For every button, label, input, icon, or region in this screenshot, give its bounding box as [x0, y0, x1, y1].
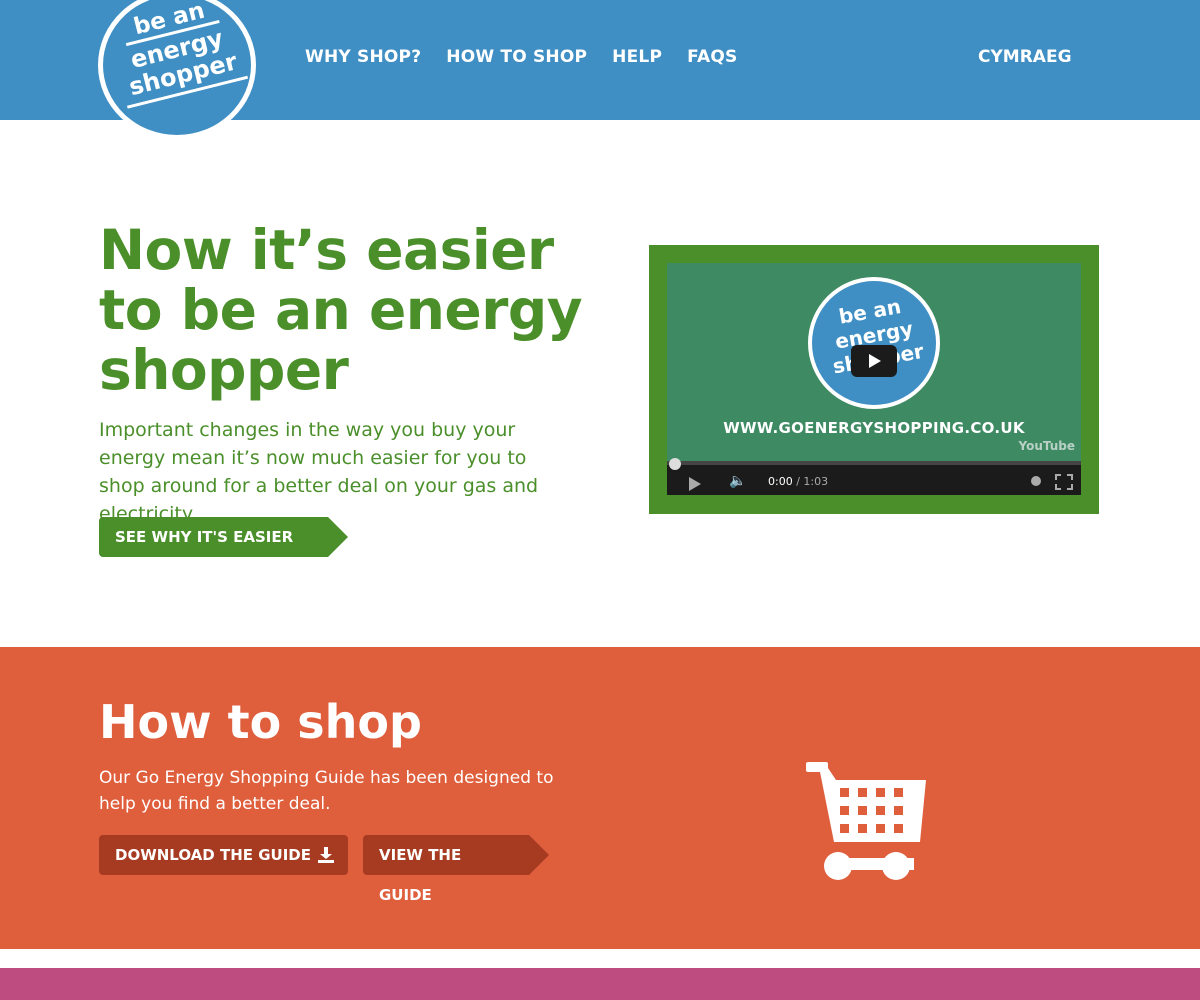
video-scrub-handle[interactable]: [669, 458, 681, 470]
settings-icon[interactable]: [1031, 476, 1041, 486]
main-nav: WHY SHOP? HOW TO SHOP HELP FAQS: [305, 47, 737, 67]
logo-inner-circle: be an energy shopper: [103, 0, 251, 135]
site-logo[interactable]: be an energy shopper: [98, 0, 256, 140]
video-logo: be an energy shopper: [808, 277, 940, 409]
current-time: 0:00: [768, 475, 793, 488]
logo-text: be an energy shopper: [94, 0, 259, 112]
youtube-watermark[interactable]: YouTube: [1018, 439, 1075, 453]
nav-faqs[interactable]: FAQS: [687, 47, 737, 67]
view-guide-button[interactable]: VIEW THE GUIDE: [363, 835, 549, 904]
see-why-easier-button[interactable]: SEE WHY IT'S EASIER: [99, 517, 349, 557]
video-progress-bar[interactable]: [667, 461, 1081, 465]
download-guide-label: DOWNLOAD THE GUIDE: [115, 846, 311, 864]
hero-title-line-1: Now it’s easier: [99, 218, 554, 282]
video-time: 0:00 / 1:03: [768, 475, 829, 488]
video-url-text: WWW.GOENERGYSHOPPING.CO.UK: [723, 419, 1025, 437]
shopping-cart-icon: [806, 762, 926, 880]
download-guide-button[interactable]: DOWNLOAD THE GUIDE: [99, 835, 348, 875]
footer-band: [0, 968, 1200, 1000]
how-to-shop-section: How to shop Our Go Energy Shopping Guide…: [0, 647, 1200, 949]
hero-title: Now it’s easier to be an energy shopper: [99, 220, 619, 400]
volume-icon[interactable]: 🔈: [729, 473, 746, 489]
download-icon: [318, 847, 334, 863]
how-to-shop-title: How to shop: [99, 695, 422, 749]
duration: 1:03: [803, 475, 829, 488]
hero-title-line-3: shopper: [99, 338, 349, 402]
nav-why-shop[interactable]: WHY SHOP?: [305, 47, 421, 67]
play-icon[interactable]: [851, 345, 897, 377]
nav-how-to-shop[interactable]: HOW TO SHOP: [446, 47, 587, 67]
fullscreen-icon[interactable]: [1055, 474, 1073, 490]
control-play-icon[interactable]: [689, 477, 701, 491]
nav-help[interactable]: HELP: [612, 47, 662, 67]
hero-description: Important changes in the way you buy you…: [99, 419, 539, 525]
language-link[interactable]: CYMRAEG: [978, 47, 1072, 67]
hero-title-line-2: to be an energy: [99, 278, 583, 342]
video-player[interactable]: be an energy shopper WWW.GOENERGYSHOPPIN…: [667, 263, 1081, 495]
how-to-shop-description: Our Go Energy Shopping Guide has been de…: [99, 768, 554, 814]
site-header: be an energy shopper WHY SHOP? HOW TO SH…: [0, 0, 1200, 140]
video-frame: be an energy shopper WWW.GOENERGYSHOPPIN…: [649, 245, 1099, 514]
video-logo-inner: be an energy shopper: [812, 281, 936, 405]
